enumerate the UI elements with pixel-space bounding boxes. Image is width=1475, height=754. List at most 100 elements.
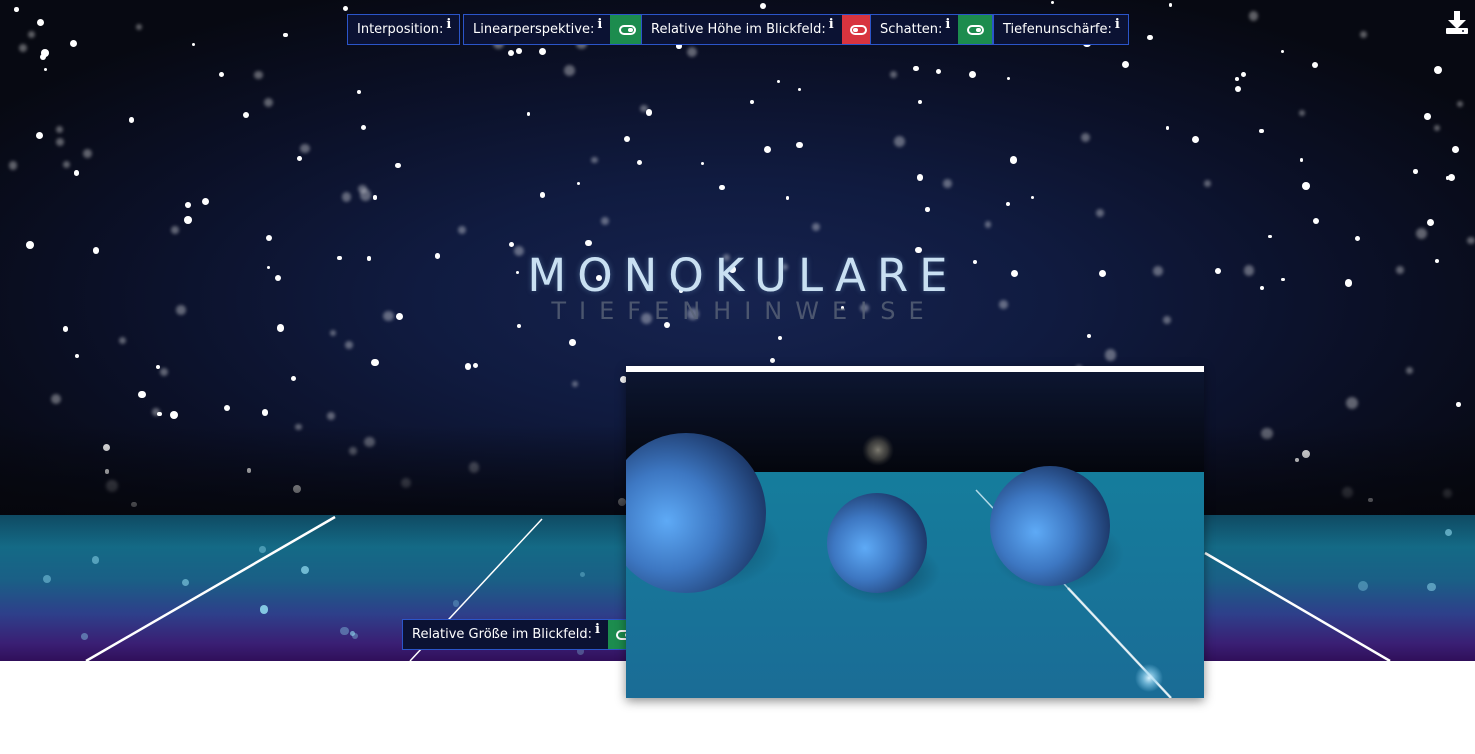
star [1204, 180, 1212, 188]
star [1005, 201, 1010, 206]
star [1267, 234, 1272, 239]
cue-schatten-label: Schatten: i [871, 15, 958, 44]
star [8, 161, 18, 170]
info-icon[interactable]: i [829, 17, 834, 32]
star [1301, 182, 1310, 190]
star [395, 162, 401, 169]
star [1051, 1, 1055, 5]
cue-relative-hoehe[interactable]: Relative Höhe im Blickfeld: i [641, 14, 877, 45]
star [571, 380, 579, 388]
star [917, 100, 922, 105]
star [1280, 49, 1285, 54]
star [719, 184, 725, 191]
preview-glow [1135, 664, 1163, 692]
info-icon[interactable]: i [446, 17, 451, 32]
star [811, 222, 821, 232]
star [152, 407, 160, 416]
star [51, 393, 62, 404]
star [1006, 77, 1010, 81]
title-block: MONOKULARE TIEFENHINWEISE [0, 248, 1475, 324]
star [62, 326, 69, 332]
star [577, 181, 581, 185]
star [1095, 209, 1104, 218]
star [943, 178, 952, 188]
star [329, 330, 336, 337]
star [464, 363, 472, 370]
info-icon[interactable]: i [945, 17, 950, 32]
star [473, 362, 479, 368]
preview-sphere-small [827, 493, 927, 593]
star [1456, 101, 1463, 108]
info-icon[interactable]: i [1115, 17, 1120, 32]
star [1259, 128, 1264, 134]
star [1121, 60, 1129, 69]
star [1447, 173, 1455, 181]
star [763, 146, 771, 153]
star [1234, 85, 1242, 93]
star [290, 375, 297, 382]
star [968, 70, 977, 79]
preview-moon [862, 434, 894, 466]
star [73, 170, 79, 176]
star [1451, 145, 1459, 153]
preview-scene [626, 366, 1204, 698]
cue-relative-hoehe-label: Relative Höhe im Blickfeld: i [642, 15, 842, 44]
star [645, 109, 653, 117]
star [75, 354, 79, 358]
star [39, 53, 46, 60]
star [55, 125, 63, 133]
star [263, 98, 273, 108]
perspective-line-left-outer [85, 515, 336, 661]
scene-stage: MONOKULARE TIEFENHINWEISE Interposition:… [0, 0, 1475, 754]
star [35, 132, 43, 140]
cue-schatten[interactable]: Schatten: i [870, 14, 994, 45]
star [1299, 158, 1304, 162]
star [1192, 135, 1200, 143]
star [759, 2, 766, 9]
star [1009, 156, 1018, 164]
star [1345, 396, 1358, 409]
toggle-on-icon [618, 24, 636, 35]
cue-tiefenunschaerfe[interactable]: Tiefenunschärfe: i [993, 14, 1129, 45]
cue-tiefenunschaerfe-text: Tiefenunschärfe: [1003, 22, 1112, 37]
info-icon[interactable]: i [597, 17, 602, 32]
toggle-schatten[interactable] [958, 15, 993, 44]
cue-relative-groesse-label: Relative Größe im Blickfeld: i [403, 620, 608, 649]
star [359, 189, 371, 201]
preview-sphere-medium [990, 466, 1110, 586]
star [539, 47, 547, 55]
star [1030, 196, 1034, 200]
star [1433, 125, 1440, 132]
star [138, 390, 146, 399]
star [1467, 236, 1475, 245]
star [14, 7, 19, 12]
star [345, 340, 353, 349]
star [526, 112, 531, 116]
star [1413, 169, 1418, 174]
star [749, 99, 754, 104]
star [159, 368, 168, 377]
cue-interposition[interactable]: Interposition: i [347, 14, 461, 45]
star [1434, 65, 1443, 74]
star [636, 159, 642, 166]
star [1311, 62, 1319, 69]
star [507, 50, 514, 57]
cue-linearperspektive[interactable]: Linearperspektive: i [463, 14, 646, 45]
star [27, 30, 35, 39]
star [128, 117, 134, 123]
star [1165, 126, 1170, 131]
star [457, 225, 466, 234]
star [889, 70, 897, 78]
download-button[interactable] [1445, 10, 1469, 36]
star [686, 47, 697, 58]
cue-relative-groesse[interactable]: Relative Größe im Blickfeld: i [402, 619, 643, 650]
star [156, 365, 161, 370]
star [564, 65, 575, 77]
star [796, 141, 803, 149]
star [283, 32, 288, 38]
star [925, 207, 930, 212]
info-icon[interactable]: i [595, 622, 600, 637]
toggle-linearperspektive[interactable] [610, 15, 645, 44]
star [1456, 402, 1461, 408]
star [539, 192, 546, 198]
